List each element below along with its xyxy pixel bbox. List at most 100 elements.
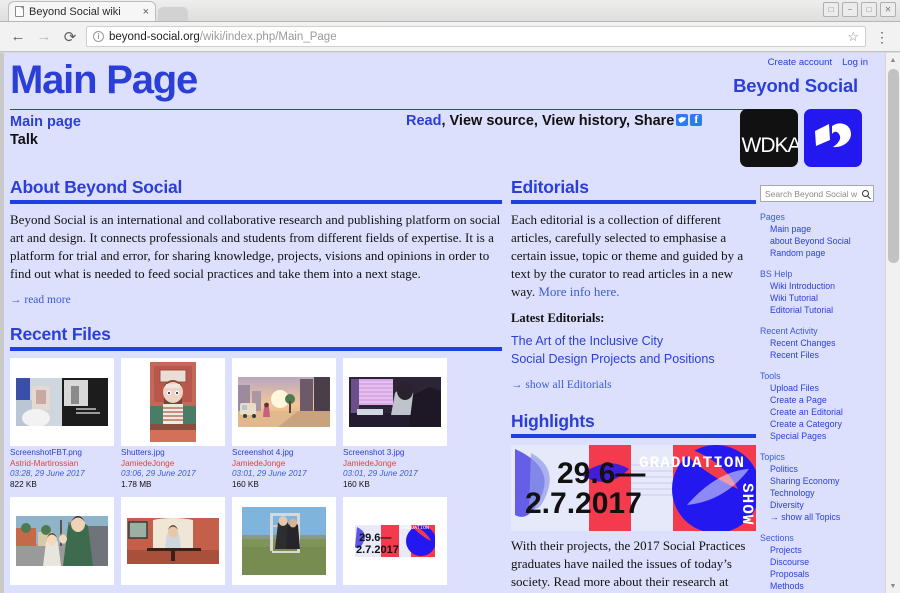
- sidebar-item-sharing-economy[interactable]: Sharing Economy: [760, 475, 880, 487]
- search-icon[interactable]: [862, 190, 869, 197]
- file-user[interactable]: JamiedeJonge: [232, 459, 336, 470]
- file-thumbnail[interactable]: [232, 358, 336, 446]
- file-user[interactable]: JamiedeJonge: [343, 459, 447, 470]
- sidebar-group-recent-activity: Recent Activity Recent Changes Recent Fi…: [760, 325, 880, 361]
- bookmark-star-icon[interactable]: ☆: [847, 29, 859, 45]
- sidebar-item-wiki-tutorial[interactable]: Wiki Tutorial: [760, 292, 880, 304]
- reload-icon[interactable]: ⟳: [60, 27, 80, 47]
- site-info-icon[interactable]: i: [93, 31, 104, 42]
- sidebar-item-random-page[interactable]: Random page: [760, 247, 880, 259]
- graduation-show-banner[interactable]: GRADUATION SHOW 29.6— 2.7.2017: [511, 445, 756, 531]
- sidebar-item-proposals[interactable]: Proposals: [760, 568, 880, 580]
- page-scrollbar[interactable]: ▲ ▼: [885, 53, 900, 593]
- graduation-show-banner-art: GRADUATION SHOW 29.6— 2.7.2017: [511, 445, 756, 531]
- sidebar-item-wiki-introduction[interactable]: Wiki Introduction: [760, 280, 880, 292]
- scrollbar-thumb[interactable]: [888, 69, 899, 263]
- file-card[interactable]: Screenshot 4.jpg JamiedeJonge 03:01, 29 …: [232, 358, 336, 490]
- close-icon[interactable]: ×: [143, 6, 149, 18]
- sidebar-item-about-beyond-social[interactable]: about Beyond Social: [760, 235, 880, 247]
- address-bar[interactable]: i beyond-social.org/wiki/index.php/Main_…: [86, 26, 866, 47]
- tab-strip: Beyond Social wiki ×: [0, 0, 900, 21]
- sidebar-item-create-a-page[interactable]: Create a Page: [760, 394, 880, 406]
- file-thumbnail[interactable]: [121, 358, 225, 446]
- editorial-link[interactable]: The Art of the Inclusive City: [511, 332, 758, 350]
- back-icon[interactable]: ←: [8, 27, 28, 47]
- wiki-sidebar: Search Beyond Social w Pages Main page a…: [758, 177, 880, 593]
- file-card[interactable]: [232, 497, 336, 587]
- sidebar-item-recent-files[interactable]: Recent Files: [760, 349, 880, 361]
- sidebar-item-upload-files[interactable]: Upload Files: [760, 382, 880, 394]
- forward-icon[interactable]: →: [34, 27, 54, 47]
- sidebar-item-methods[interactable]: Methods: [760, 580, 880, 592]
- file-card[interactable]: [10, 497, 114, 587]
- browser-titlebar: Beyond Social wiki × □ − □ ✕: [0, 0, 900, 22]
- more-info-link[interactable]: More info here.: [538, 284, 619, 299]
- sidebar-item-main-page[interactable]: Main page: [760, 223, 880, 235]
- new-tab-button[interactable]: [158, 7, 188, 21]
- search-input[interactable]: Search Beyond Social w: [760, 185, 874, 202]
- maximize-icon[interactable]: □: [861, 2, 877, 17]
- screenshot-3-thumb: [349, 377, 441, 427]
- sidebar-item-politics[interactable]: Politics: [760, 463, 880, 475]
- file-size: 1.78 MB: [121, 479, 152, 489]
- window-close-icon[interactable]: ✕: [880, 2, 896, 17]
- sidebar-item-editorial-tutorial[interactable]: Editorial Tutorial: [760, 304, 880, 316]
- file-card[interactable]: Screenshot 3.jpg JamiedeJonge 03:01, 29 …: [343, 358, 447, 490]
- tab-talk[interactable]: Talk: [10, 131, 81, 149]
- minimize-icon[interactable]: −: [842, 2, 858, 17]
- file-name[interactable]: ScreenshotFBT.png: [10, 448, 114, 459]
- file-thumbnail[interactable]: [343, 358, 447, 446]
- file-size: 160 KB: [343, 479, 370, 489]
- partner-logos: WDKA: [740, 109, 862, 167]
- sidebar-item-recent-changes[interactable]: Recent Changes: [760, 337, 880, 349]
- masthead: Beyond Social Main Page Main page Talk R…: [6, 53, 876, 167]
- site-name: Beyond Social: [733, 75, 858, 96]
- scroll-up-icon[interactable]: ▲: [886, 53, 900, 67]
- browser-menu-icon[interactable]: ⋮: [872, 27, 892, 47]
- twitter-icon[interactable]: [676, 114, 689, 126]
- about-read-more-link[interactable]: → read more: [10, 294, 506, 306]
- tab-main-page[interactable]: Main page: [10, 113, 81, 131]
- editorials-paragraph: Each editorial is a collection of differ…: [511, 211, 758, 301]
- file-card[interactable]: Shutters.jpg JamiedeJonge 03:06, 29 June…: [121, 358, 225, 490]
- file-user[interactable]: JamiedeJonge: [121, 459, 225, 470]
- facebook-icon[interactable]: [690, 112, 703, 127]
- sidebar-item-show-all-topics[interactable]: → show all Topics: [760, 511, 880, 523]
- sidebar-item-special-pages[interactable]: Special Pages: [760, 430, 880, 442]
- file-card[interactable]: GRADUATION 29.6— 2.7.2017: [343, 497, 447, 587]
- editorial-link[interactable]: Social Design Projects and Positions: [511, 350, 758, 368]
- recent-files-divider: [10, 347, 502, 351]
- sidebar-item-discourse[interactable]: Discourse: [760, 556, 880, 568]
- sidebar-item-technology[interactable]: Technology: [760, 487, 880, 499]
- action-rest-labels[interactable]: , View source, View history, Share: [441, 113, 674, 129]
- file-thumbnail[interactable]: GRADUATION 29.6— 2.7.2017: [343, 497, 447, 585]
- file-name[interactable]: Screenshot 4.jpg: [232, 448, 336, 459]
- file-thumbnail[interactable]: [232, 497, 336, 585]
- url-path: /wiki/index.php/Main_Page: [199, 30, 337, 43]
- sidebar-item-create-a-category[interactable]: Create a Category: [760, 418, 880, 430]
- page-actions: Read, View source, View history, Share: [406, 112, 703, 129]
- file-thumbnail[interactable]: [10, 497, 114, 585]
- file-card[interactable]: ScreenshotFBT.png Astrid-Martirossian 03…: [10, 358, 114, 490]
- show-all-editorials-link[interactable]: → show all Editorials: [511, 379, 758, 391]
- file-user[interactable]: Astrid-Martirossian: [10, 459, 114, 470]
- file-name[interactable]: Shutters.jpg: [121, 448, 225, 459]
- editorials-divider: [511, 200, 756, 204]
- sidebar-item-create-an-editorial[interactable]: Create an Editorial: [760, 406, 880, 418]
- action-read[interactable]: Read: [406, 113, 441, 129]
- file-name[interactable]: Screenshot 3.jpg: [343, 448, 447, 459]
- wdka-logo[interactable]: WDKA: [740, 109, 798, 167]
- graduation-poster-thumb: GRADUATION 29.6— 2.7.2017: [355, 525, 435, 557]
- user-profile-icon[interactable]: □: [823, 2, 839, 17]
- sidebar-item-projects[interactable]: Projects: [760, 544, 880, 556]
- latest-editorials-label: Latest Editorials:: [511, 311, 605, 325]
- file-card[interactable]: [121, 497, 225, 587]
- browser-tab[interactable]: Beyond Social wiki ×: [8, 1, 156, 21]
- highlights-paragraph: With their projects, the 2017 Social Pra…: [511, 537, 758, 593]
- sidebar-item-diversity[interactable]: Diversity: [760, 499, 880, 511]
- beyond-social-logo[interactable]: [804, 109, 862, 167]
- wiki-page: Create account Log in Beyond Social Main…: [0, 53, 886, 593]
- file-thumbnail[interactable]: [121, 497, 225, 585]
- scroll-down-icon[interactable]: ▼: [886, 579, 900, 593]
- file-thumbnail[interactable]: [10, 358, 114, 446]
